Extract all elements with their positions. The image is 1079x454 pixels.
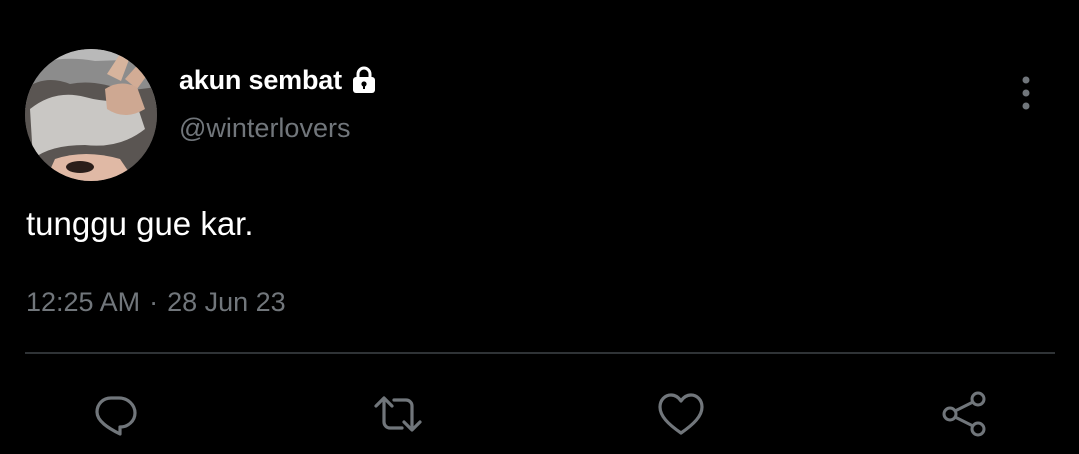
user-handle[interactable]: @winterlovers xyxy=(179,113,350,144)
tweet-text: tunggu gue kar. xyxy=(26,205,254,242)
avatar[interactable] xyxy=(25,49,157,181)
share-icon xyxy=(942,391,986,437)
meta-separator: · xyxy=(149,287,159,317)
retweet-button[interactable] xyxy=(372,388,424,440)
display-name[interactable]: akun sembat xyxy=(179,65,342,96)
lock-icon xyxy=(348,64,380,96)
display-name-row: akun sembat xyxy=(179,62,380,98)
retweet-icon xyxy=(374,396,422,432)
share-button[interactable] xyxy=(938,388,990,440)
heart-icon xyxy=(658,393,704,435)
reply-button[interactable] xyxy=(89,388,141,440)
like-button[interactable] xyxy=(655,388,707,440)
avatar-image xyxy=(25,49,157,181)
tweet-date[interactable]: 28 Jun 23 xyxy=(167,287,286,318)
tweet-detail: akun sembat @winterlovers tunggu gue kar… xyxy=(0,0,1079,454)
reply-icon xyxy=(95,396,137,436)
more-vertical-icon[interactable] xyxy=(1012,74,1040,114)
tweet-time[interactable]: 12:25 AM xyxy=(26,287,140,318)
tweet-timestamp: 12:25 AM · 28 Jun 23 xyxy=(26,287,286,318)
divider xyxy=(25,352,1055,354)
